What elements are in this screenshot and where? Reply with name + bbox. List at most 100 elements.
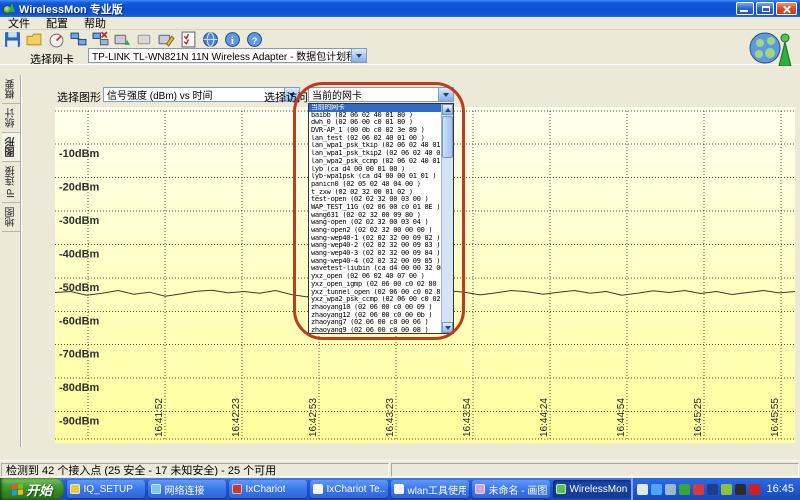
menu-bar: 文件配置帮助 xyxy=(0,17,800,30)
ap-dropdown-item[interactable]: wang-wep40-3 (02 02 32 00 09 84 ) xyxy=(309,250,441,258)
ap-dropdown-item[interactable]: wang-open2 (02 02 32 00 00 00 ) xyxy=(309,227,441,235)
ap-dropdown-item[interactable]: zhaoyang12 (02 06 00 c0 00 0b ) xyxy=(309,312,441,320)
adapter-combo-arrow[interactable] xyxy=(351,49,366,62)
taskbar-clock: 16:45 xyxy=(766,483,794,495)
help-icon[interactable]: ? xyxy=(246,31,263,48)
ap-dropdown-item[interactable]: dwh_0 (02 06 00 c0 01 80 ) xyxy=(309,119,441,127)
ap-dropdown-item[interactable]: lan_wpa1_psk_tkip (02 06 02 40 01 0 xyxy=(309,142,441,150)
wirelessmon-window: WirelessMon 专业版 文件配置帮助 i ? 选择网卡 TP-LINK … xyxy=(0,0,800,500)
taskbar-task-3[interactable]: IxChariot Te... xyxy=(310,480,388,498)
start-button[interactable]: 开始 xyxy=(0,478,64,500)
ap-dropdown-item[interactable]: 当前的网卡 xyxy=(309,104,441,112)
ap-dropdown-item[interactable]: yxz_wpa2_psk_ccmp (02 06 00 c0 02 8 xyxy=(309,296,441,304)
dropdown-scrollbar[interactable] xyxy=(441,104,453,333)
taskbar-task-6[interactable]: WirelessMon ... xyxy=(553,480,631,498)
restore-button[interactable] xyxy=(756,2,774,15)
ap-dropdown-item[interactable]: lyb (ca d4 00 00 01 00 ) xyxy=(309,166,441,174)
y-axis-label: -10dBm xyxy=(59,148,100,160)
open-folder-icon[interactable] xyxy=(26,31,43,48)
graph-select-label: 选择图形 xyxy=(57,89,101,105)
y-axis-label: -20dBm xyxy=(59,181,100,193)
save-icon[interactable] xyxy=(4,31,21,48)
side-tab-4[interactable]: 地图 xyxy=(2,203,20,232)
ap-dropdown-item[interactable]: lan_test (02 06 02 40 01 00 ) xyxy=(309,135,441,143)
ap-dropdown-item[interactable]: wang-wep40-1 (02 02 32 00 09 82 ) xyxy=(309,235,441,243)
ap-dropdown-item[interactable]: lyb-wpa1psk (ca d4 00 00 01 01 ) xyxy=(309,173,441,181)
status-pane-right xyxy=(391,463,799,477)
ap-dropdown-item[interactable]: yxz_open_igmp (02 06 00 c0 02 80 ) xyxy=(309,281,441,289)
y-axis-label: -40dBm xyxy=(59,248,100,260)
scroll-thumb[interactable] xyxy=(442,116,453,158)
minimize-button[interactable] xyxy=(736,2,754,15)
tray-icon-2[interactable] xyxy=(651,484,662,495)
globe-icon[interactable] xyxy=(202,31,219,48)
ap-dropdown-item[interactable]: t_zxw (02 02 32 00 01 02 ) xyxy=(309,189,441,197)
scroll-down-icon[interactable] xyxy=(442,322,453,333)
close-button[interactable] xyxy=(776,2,797,15)
network-connect-icon[interactable] xyxy=(70,31,87,48)
taskbar-task-2[interactable]: IxChariot xyxy=(229,480,307,498)
menu-item-0[interactable]: 文件 xyxy=(0,15,38,31)
ap-dropdown-item[interactable]: test-open (02 02 32 00 03 00 ) xyxy=(309,196,441,204)
ap-dropdown-item[interactable]: wang-wep40-4 (02 02 32 00 09 85 ) xyxy=(309,258,441,266)
adapter-combo[interactable]: TP-LINK TL-WN821N 11N Wireless Adapter -… xyxy=(88,48,367,63)
ap-dropdown-item[interactable]: yxz_open (02 06 02 40 07 00 ) xyxy=(309,273,441,281)
checklist-icon[interactable] xyxy=(180,31,197,48)
taskbar-task-0[interactable]: IQ_SETUP xyxy=(67,480,145,498)
system-tray: 16:45 xyxy=(631,478,800,500)
tray-icon-8[interactable] xyxy=(735,484,746,495)
side-tab-1[interactable]: 统计 xyxy=(2,104,20,133)
task-label: IxChariot xyxy=(245,484,285,495)
x-axis-time-label: 16:45:55 xyxy=(770,398,781,437)
side-tab-3[interactable]: IP 连接 xyxy=(2,162,20,203)
ap-dropdown-item[interactable]: wang631 (02 02 32 00 09 80 ) xyxy=(309,212,441,220)
tray-icon-3[interactable] xyxy=(665,484,676,495)
taskbar-task-4[interactable]: wlan工具使用... xyxy=(391,480,469,498)
side-tab-2[interactable]: 图形 xyxy=(2,133,20,162)
tray-icon-4[interactable] xyxy=(679,484,690,495)
ap-dropdown-item[interactable]: wavetest-liubin (ca d4 00 00 32 00 xyxy=(309,265,441,273)
side-tab-0[interactable]: 概要 xyxy=(2,75,20,104)
taskbar-task-5[interactable]: 未命名 - 画图 xyxy=(472,480,550,498)
taskbar-task-1[interactable]: 网络连接 xyxy=(148,480,226,498)
scroll-up-icon[interactable] xyxy=(442,104,453,115)
toolbar: i ? xyxy=(0,30,800,49)
ap-dropdown-item[interactable]: baibb (02 06 02 40 01 80 ) xyxy=(309,112,441,120)
task-label: 未命名 - 画图 xyxy=(488,482,547,497)
card-disabled-icon[interactable] xyxy=(136,31,153,48)
graph-select-value: 信号强度 (dBm) vs 时间 xyxy=(104,87,284,102)
ap-dropdown-item[interactable]: panicn0 (02 05 02 40 04 00 ) xyxy=(309,181,441,189)
x-axis-time-label: 16:42:53 xyxy=(308,398,319,437)
wirelessmon-icon xyxy=(556,484,566,494)
wirelessmon-logo-icon xyxy=(745,28,793,66)
ap-dropdown-item[interactable]: WAP_TEST_11G (02 06 00 c0 01 8E ) xyxy=(309,204,441,212)
ap-dropdown-list[interactable]: 当前的网卡baibb (02 06 02 40 01 80 )dwh_0 (02… xyxy=(308,103,454,334)
ap-select-arrow[interactable] xyxy=(438,88,453,101)
ap-dropdown-item[interactable]: lan_wpa2_psk_ccmp (02 06 02 40 01 0 xyxy=(309,158,441,166)
menu-item-1[interactable]: 配置 xyxy=(38,15,76,31)
tray-icon-9[interactable] xyxy=(749,484,760,495)
gauge-icon[interactable] xyxy=(48,31,65,48)
task-label: WirelessMon ... xyxy=(569,484,628,495)
ap-dropdown-item[interactable]: zhaoyang10 (02 06 00 c0 00 09 ) xyxy=(309,304,441,312)
tray-icon-6[interactable] xyxy=(707,484,718,495)
ap-dropdown-item[interactable]: yxz_tunnel_open (02 06 00 c0 02 81 xyxy=(309,289,441,297)
ap-dropdown-item[interactable]: lan_wpa1_psk_tkip2 (02 06 02 40 01 xyxy=(309,150,441,158)
tray-icon-5[interactable] xyxy=(693,484,704,495)
notepad-icon xyxy=(394,484,404,494)
info-icon[interactable]: i xyxy=(224,31,241,48)
ap-dropdown-item[interactable]: zhaoyang7 (02 06 00 c0 00 06 ) xyxy=(309,319,441,327)
paint-icon xyxy=(475,484,485,494)
tray-icon-7[interactable] xyxy=(721,484,732,495)
ap-dropdown-item[interactable]: DVR-AP_1 (00 0b c0 02 3e 89 ) xyxy=(309,127,441,135)
ap-dropdown-item[interactable]: wang-open (02 02 32 00 03 04 ) xyxy=(309,219,441,227)
card-refresh-icon[interactable] xyxy=(114,31,131,48)
ap-dropdown-item[interactable]: wang-wep40-2 (02 02 32 00 09 83 ) xyxy=(309,242,441,250)
card-edit-icon[interactable] xyxy=(158,31,175,48)
menu-item-2[interactable]: 帮助 xyxy=(76,15,114,31)
network-disconnect-icon[interactable] xyxy=(92,31,109,48)
ap-select-combo[interactable]: 当前的网卡 xyxy=(308,87,454,102)
ap-dropdown-item[interactable]: zhaoyang9 (02 06 00 c0 00 08 ) xyxy=(309,327,441,333)
title-bar[interactable]: WirelessMon 专业版 xyxy=(0,0,800,17)
tray-icon-1[interactable] xyxy=(637,484,648,495)
